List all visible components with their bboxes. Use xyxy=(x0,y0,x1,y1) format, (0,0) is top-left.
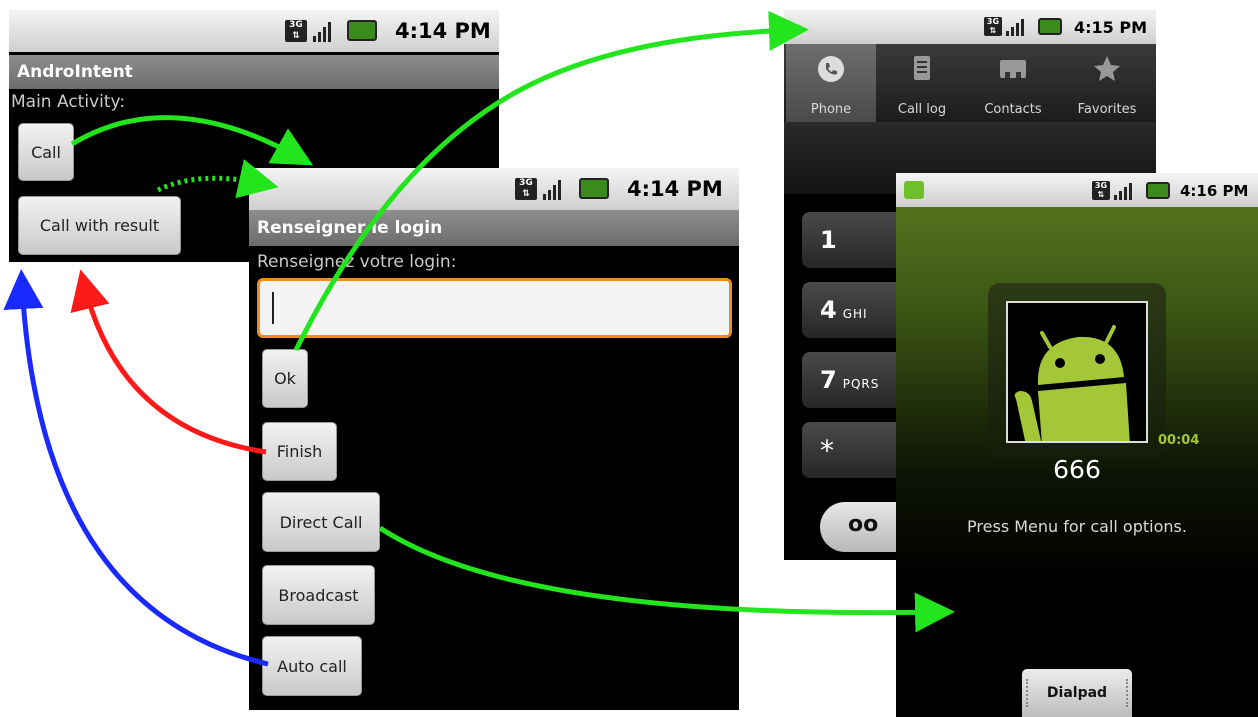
android-robot-icon xyxy=(1014,325,1130,441)
3g-icon: 3G ⇅ xyxy=(285,20,307,42)
login-screen: 3G ⇅ 4:14 PM Renseigner le login Renseign… xyxy=(249,168,739,710)
direct-call-button[interactable]: Direct Call xyxy=(262,492,380,552)
text-cursor xyxy=(272,292,274,324)
status-bar: 3G ⇅ 4:14 PM xyxy=(9,10,499,52)
grip-right-icon xyxy=(1122,679,1128,707)
app-title-bar: AndroIntent xyxy=(9,55,499,89)
login-input[interactable] xyxy=(257,278,732,338)
grip-left-icon xyxy=(1026,679,1032,707)
status-time: 4:14 PM xyxy=(627,177,723,201)
ok-button[interactable]: Ok xyxy=(262,349,308,408)
login-prompt-label: Renseignez votre login: xyxy=(257,252,457,272)
call-log-icon xyxy=(914,56,930,80)
status-time: 4:15 PM xyxy=(1074,18,1148,37)
3g-icon: 3G ⇅ xyxy=(515,178,537,200)
tab-call-log[interactable]: Call log xyxy=(878,44,966,122)
auto-call-button[interactable]: Auto call xyxy=(262,636,362,696)
tab-favorites[interactable]: Favorites xyxy=(1060,44,1154,122)
signal-icon xyxy=(1114,181,1132,200)
contacts-icon xyxy=(1000,60,1026,78)
active-call-icon xyxy=(904,181,924,199)
call-timer: 00:04 xyxy=(1158,433,1200,448)
login-title-bar: Renseigner le login xyxy=(249,210,739,246)
caller-photo-frame xyxy=(988,283,1166,457)
arrow-auto-call-to-main xyxy=(3,269,269,667)
dialer-tab-bar: Phone Call log Contacts Favorites xyxy=(784,44,1156,122)
3g-icon: 3G ⇅ xyxy=(1092,181,1110,200)
tab-phone[interactable]: Phone xyxy=(786,44,876,122)
caller-photo xyxy=(1006,301,1148,443)
finish-button[interactable]: Finish xyxy=(262,422,337,481)
dialpad-button[interactable]: Dialpad xyxy=(1022,669,1132,717)
status-time: 4:14 PM xyxy=(395,19,491,43)
signal-icon xyxy=(1006,17,1024,36)
tab-label: Contacts xyxy=(984,102,1042,117)
tab-label: Favorites xyxy=(1077,102,1137,117)
status-bar: 3G ⇅ 4:15 PM xyxy=(784,10,1156,44)
battery-icon xyxy=(579,178,609,199)
main-activity-label: Main Activity: xyxy=(11,92,126,112)
3g-icon: 3G ⇅ xyxy=(984,17,1002,36)
voicemail-icon: oo xyxy=(848,512,879,537)
battery-icon xyxy=(1146,182,1170,199)
caller-number: 666 xyxy=(1053,455,1101,484)
broadcast-button[interactable]: Broadcast xyxy=(262,565,375,625)
status-time: 4:16 PM xyxy=(1180,182,1249,200)
call-button[interactable]: Call xyxy=(18,123,74,181)
arrow-finish-to-call-with-result xyxy=(70,269,267,455)
signal-icon xyxy=(543,178,561,200)
status-bar: 3G ⇅ 4:16 PM xyxy=(896,173,1258,207)
tab-label: Phone xyxy=(810,102,852,117)
signal-icon xyxy=(313,20,331,42)
star-icon xyxy=(1094,56,1120,81)
phone-icon xyxy=(818,56,844,82)
call-options-hint: Press Menu for call options. xyxy=(967,517,1187,536)
battery-icon xyxy=(347,20,377,41)
tab-label: Call log xyxy=(897,102,947,117)
status-bar: 3G ⇅ 4:14 PM xyxy=(249,168,739,210)
battery-icon xyxy=(1038,18,1062,35)
in-call-screen: 3G ⇅ 4:16 PM 00:04 666 Press Menu for cal… xyxy=(896,173,1258,717)
call-with-result-button[interactable]: Call with result xyxy=(18,196,181,255)
tab-contacts[interactable]: Contacts xyxy=(968,44,1058,122)
